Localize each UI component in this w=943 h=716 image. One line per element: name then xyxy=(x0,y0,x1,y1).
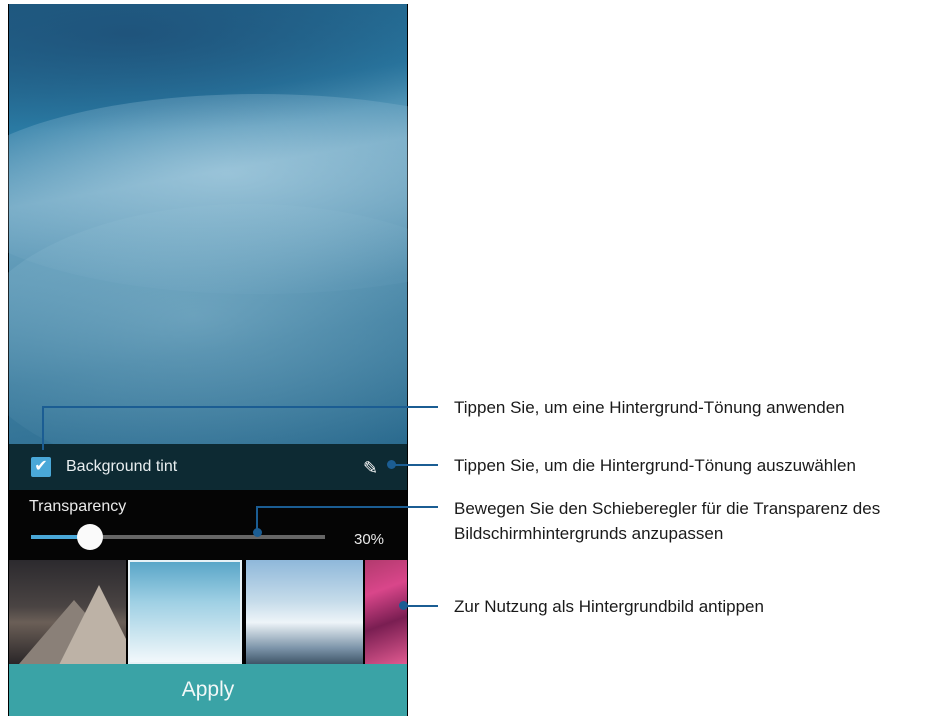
mountain-peak-shape xyxy=(59,585,126,664)
callout-line xyxy=(391,464,438,466)
callout-line xyxy=(256,506,438,508)
callout-line xyxy=(403,605,438,607)
background-tint-label: Background tint xyxy=(66,458,178,475)
callout-line xyxy=(42,406,438,408)
background-tint-checkbox[interactable]: ✔ xyxy=(31,457,51,477)
wallpaper-thumbnails xyxy=(9,560,407,664)
callout-transparency: Bewegen Sie den Schieberegler für die Tr… xyxy=(454,496,880,546)
callout-line xyxy=(256,506,258,532)
callout-transparency-line-1: Bewegen Sie den Schieberegler für die Tr… xyxy=(454,499,881,518)
callout-tint-apply: Tippen Sie, um eine Hintergrund-Tönung a… xyxy=(454,398,845,417)
transparency-value: 30% xyxy=(354,531,385,548)
apply-button[interactable]: Apply xyxy=(9,664,407,716)
phone-screen: ✔ Background tint ✎ Transparency 30% App… xyxy=(8,4,408,716)
background-tint-row: ✔ Background tint ✎ xyxy=(9,444,407,490)
transparency-slider[interactable] xyxy=(31,535,325,539)
wallpaper-thumbnail-snowy-sky[interactable] xyxy=(246,560,363,664)
transparency-panel: Transparency 30% xyxy=(9,490,407,560)
wallpaper-thumbnail-mountains[interactable] xyxy=(9,560,126,664)
callout-line xyxy=(42,406,44,450)
wallpaper-preview xyxy=(8,4,408,484)
dune-shadow xyxy=(8,204,408,484)
callout-transparency-line-2: Bildschirmhintergrunds anzupassen xyxy=(454,524,724,543)
transparency-label: Transparency xyxy=(29,498,127,515)
callout-wallpaper: Zur Nutzung als Hintergrundbild antippen xyxy=(454,597,764,616)
wallpaper-thumbnail-dunes-selected[interactable] xyxy=(128,560,242,664)
callout-tint-select: Tippen Sie, um die Hintergrund-Tönung au… xyxy=(454,456,856,475)
slider-thumb[interactable] xyxy=(77,524,103,550)
pencil-icon[interactable]: ✎ xyxy=(363,457,385,479)
wallpaper-thumbnail-pink[interactable] xyxy=(365,560,407,664)
